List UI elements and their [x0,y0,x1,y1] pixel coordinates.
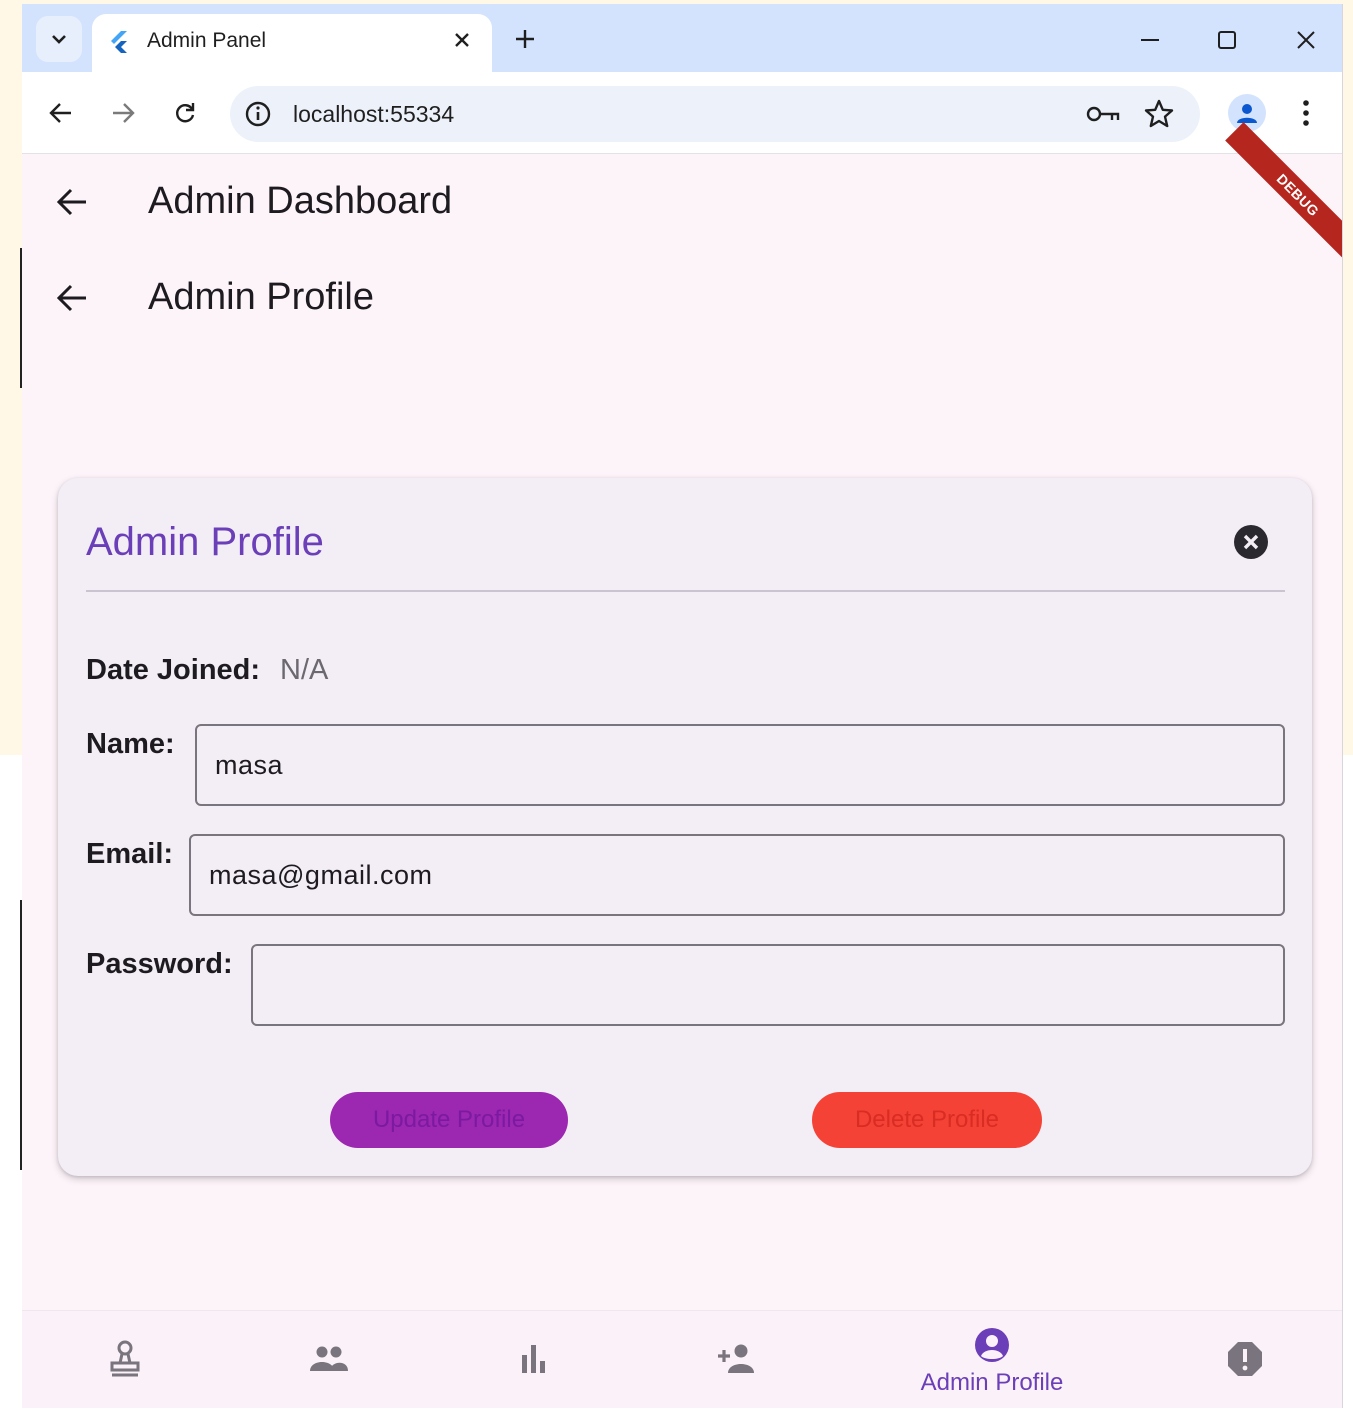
email-label: Email: [86,838,174,870]
update-profile-button[interactable]: Update Profile [330,1092,568,1148]
tab-close-button[interactable] [448,26,476,54]
arrow-left-icon [49,103,71,123]
dialog-divider [86,590,1285,592]
browser-toolbar: localhost:55334 [22,72,1342,154]
alert-icon [1228,1342,1262,1376]
app-bar-title: Admin Dashboard [148,180,453,222]
dialog-close-button[interactable] [1232,523,1270,561]
key-icon[interactable] [1085,100,1121,128]
chevron-down-icon [52,35,66,44]
admin-profile-dialog: Admin Profile Date Joined: N/A Name: Ema… [58,478,1312,1176]
tab-strip: Admin Panel [22,4,1342,74]
name-field[interactable] [195,724,1285,806]
address-bar[interactable]: localhost:55334 [230,86,1200,142]
stamp-icon [110,1340,140,1377]
back-button[interactable] [42,94,80,132]
close-icon [455,33,469,47]
date-joined-value: N/A [280,654,329,686]
app-bar-profile: Admin Profile [22,250,1342,346]
add-person-icon [718,1344,754,1373]
minimize-icon [1141,39,1159,41]
reload-button[interactable] [166,94,204,132]
back-button[interactable] [50,276,94,320]
nav-item-stats[interactable] [500,1311,566,1408]
info-icon[interactable] [244,100,272,128]
browser-menu-button[interactable] [1290,94,1322,132]
maximize-button[interactable] [1209,22,1245,58]
group-icon [310,1346,348,1371]
tab-title: Admin Panel [147,29,267,52]
arrow-left-icon [56,188,86,216]
browser-tab[interactable]: Admin Panel [92,14,492,74]
app-content: DEBUG Admin Dashboard Admin Profile Admi… [22,122,1342,1408]
account-circle-icon [975,1328,1009,1362]
app-bar-dashboard: Admin Dashboard [22,154,1342,250]
close-icon [1297,31,1315,49]
delete-profile-button[interactable]: Delete Profile [812,1092,1042,1148]
flutter-icon [111,31,127,53]
nav-item-alerts[interactable] [1212,1311,1278,1408]
bottom-navigation: Admin Profile [22,1310,1342,1408]
tab-search-button[interactable] [36,16,82,62]
minimize-button[interactable] [1132,22,1168,58]
forward-button[interactable] [104,94,142,132]
person-icon [1237,104,1257,123]
cancel-icon [1234,525,1268,559]
nav-item-stamp[interactable] [92,1311,158,1408]
arrow-left-icon [56,284,86,312]
nav-item-admin-profile[interactable]: Admin Profile [902,1311,1082,1408]
bar-chart-icon [522,1345,545,1373]
dialog-title: Admin Profile [86,520,324,564]
maximize-icon [1218,31,1236,49]
url-text: localhost:55334 [293,101,455,127]
more-vert-icon [1303,100,1309,126]
date-joined-label: Date Joined: [86,654,261,686]
star-icon[interactable] [1143,98,1175,130]
nav-item-users[interactable] [296,1311,362,1408]
name-label: Name: [86,728,175,760]
new-tab-button[interactable] [510,24,540,54]
browser-window: Admin Panel localhost:55334 DEBUG Admin … [22,4,1343,1408]
app-bar-title: Admin Profile [148,276,374,318]
password-label: Password: [86,948,233,980]
password-field[interactable] [251,944,1285,1026]
plus-icon [516,30,534,48]
nav-label: Admin Profile [920,1369,1064,1396]
nav-item-add-user[interactable] [704,1311,770,1408]
window-close-button[interactable] [1288,22,1324,58]
arrow-right-icon [113,103,135,123]
email-field[interactable] [189,834,1285,916]
reload-icon [176,103,195,123]
back-button[interactable] [50,180,94,224]
